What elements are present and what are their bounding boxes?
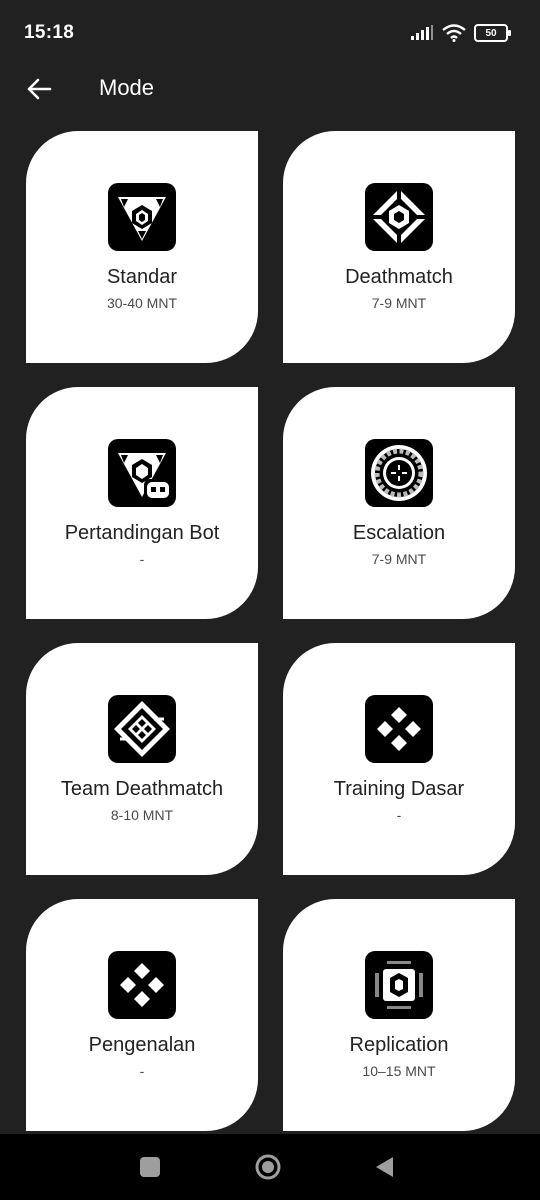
mode-card-pengenalan[interactable]: Pengenalan - [26,899,258,1131]
home-icon [255,1154,281,1180]
mode-card-standar[interactable]: Standar 30-40 MNT [26,131,258,363]
recent-apps-icon [140,1157,160,1177]
mode-name: Team Deathmatch [60,778,224,800]
mode-name: Training Dasar [333,778,465,800]
mode-name: Escalation [352,522,446,544]
mode-duration: - [139,551,145,567]
deathmatch-mode-icon [365,183,433,251]
replication-mode-icon [365,951,433,1019]
mode-duration: 10–15 MNT [362,1063,436,1079]
nav-back-button[interactable] [368,1151,400,1183]
standard-mode-icon [108,183,176,251]
mode-name: Replication [349,1034,449,1056]
bot-match-mode-icon [108,439,176,507]
mode-duration: 30-40 MNT [106,295,178,311]
mode-card-training-dasar[interactable]: Training Dasar - [283,643,515,875]
mode-name: Deathmatch [345,266,453,288]
mode-card-deathmatch[interactable]: Deathmatch 7-9 MNT [283,131,515,363]
mode-card-team-deathmatch[interactable]: Team Deathmatch 8-10 MNT [26,643,258,875]
home-button[interactable] [252,1151,284,1183]
basic-training-mode-icon [365,695,433,763]
mode-duration: 7-9 MNT [371,551,427,567]
mode-name: Pertandingan Bot [64,522,220,544]
mode-duration: - [139,1063,145,1079]
mode-card-replication[interactable]: Replication 10–15 MNT [283,899,515,1131]
recent-apps-button[interactable] [134,1151,166,1183]
mode-card-pertandingan-bot[interactable]: Pertandingan Bot - [26,387,258,619]
back-icon [376,1157,393,1177]
mode-duration: - [396,807,402,823]
team-deathmatch-mode-icon [108,695,176,763]
system-nav-bar [0,1134,540,1200]
mode-name: Standar [106,266,178,288]
mode-grid: Standar 30-40 MNT Deathmatch 7-9 MNT Per… [0,0,540,1134]
mode-duration: 7-9 MNT [371,295,427,311]
escalation-mode-icon [365,439,433,507]
mode-card-escalation[interactable]: Escalation 7-9 MNT [283,387,515,619]
mode-name: Pengenalan [88,1034,196,1056]
introduction-mode-icon [108,951,176,1019]
mode-duration: 8-10 MNT [110,807,174,823]
